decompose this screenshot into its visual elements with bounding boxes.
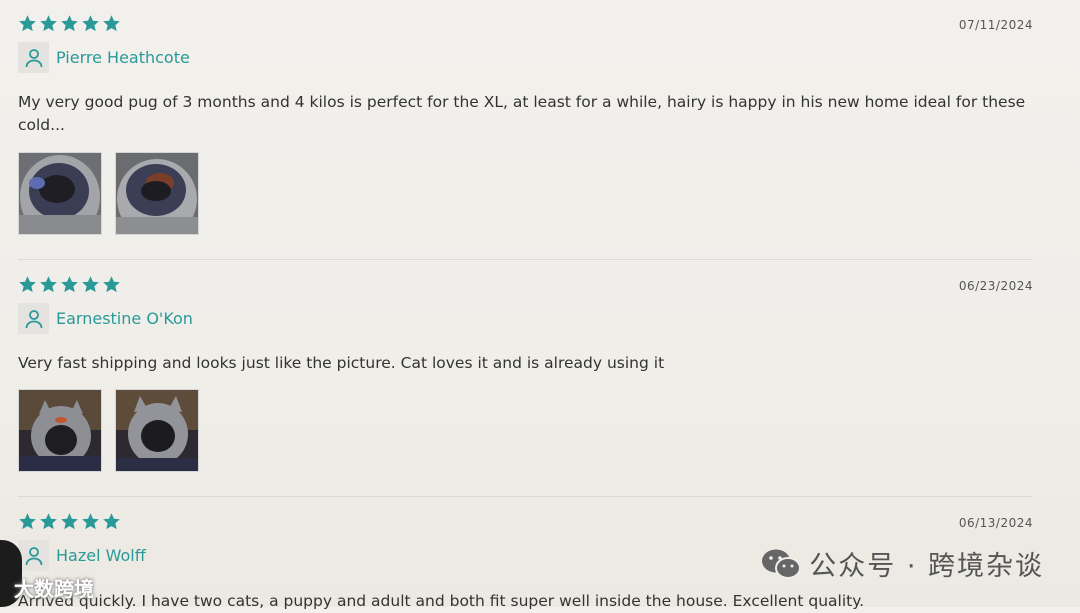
- star-icon: [40, 276, 57, 293]
- star-icon: [82, 15, 99, 32]
- review-text: Arrived quickly. I have two cats, a pupp…: [18, 592, 865, 610]
- watermark-right-text: 公众号 · 跨境杂谈: [809, 551, 1044, 582]
- divider: [18, 259, 1033, 260]
- author-name[interactable]: Earnestine O'Kon: [56, 309, 193, 328]
- rating-stars: [18, 512, 121, 531]
- review-text: Very fast shipping and looks just like t…: [18, 354, 665, 372]
- review-photo[interactable]: [115, 152, 199, 235]
- star-icon: [61, 276, 78, 293]
- star-icon: [19, 276, 36, 293]
- star-icon: [82, 276, 99, 293]
- watermark-left-text: 大数跨境: [14, 577, 94, 601]
- star-icon: [103, 276, 120, 293]
- watermark-right: 公众号 · 跨境杂谈: [761, 544, 1044, 583]
- review-photo[interactable]: [18, 152, 102, 235]
- star-icon: [40, 513, 57, 530]
- rating-stars: [18, 275, 121, 294]
- author-name[interactable]: Pierre Heathcote: [56, 48, 190, 67]
- avatar: [18, 303, 49, 334]
- avatar: [18, 42, 49, 73]
- review-photos: [18, 389, 199, 472]
- star-icon: [19, 513, 36, 530]
- user-icon: [25, 48, 42, 67]
- author-name[interactable]: Hazel Wolff: [56, 546, 146, 565]
- user-icon: [25, 546, 42, 565]
- review-date: 07/11/2024: [958, 18, 1033, 32]
- star-icon: [82, 513, 99, 530]
- review-date: 06/23/2024: [958, 279, 1033, 293]
- wechat-icon: [762, 549, 802, 579]
- star-icon: [103, 15, 120, 32]
- star-icon: [40, 15, 57, 32]
- review-date: 06/13/2024: [958, 516, 1033, 530]
- review-text: My very good pug of 3 months and 4 kilos…: [18, 93, 1026, 134]
- star-icon: [61, 513, 78, 530]
- review-photo[interactable]: [115, 389, 199, 472]
- divider: [18, 496, 1033, 497]
- avatar: [18, 540, 49, 571]
- user-icon: [25, 309, 42, 328]
- review-photos: [18, 152, 199, 235]
- star-icon: [61, 15, 78, 32]
- author-row: Earnestine O'Kon: [18, 303, 193, 334]
- author-row: Pierre Heathcote: [18, 42, 190, 73]
- review-photo[interactable]: [18, 389, 102, 472]
- watermark-left: 大数跨境: [14, 573, 94, 602]
- rating-stars: [18, 14, 121, 33]
- star-icon: [103, 513, 120, 530]
- star-icon: [19, 15, 36, 32]
- author-row: Hazel Wolff: [18, 540, 146, 571]
